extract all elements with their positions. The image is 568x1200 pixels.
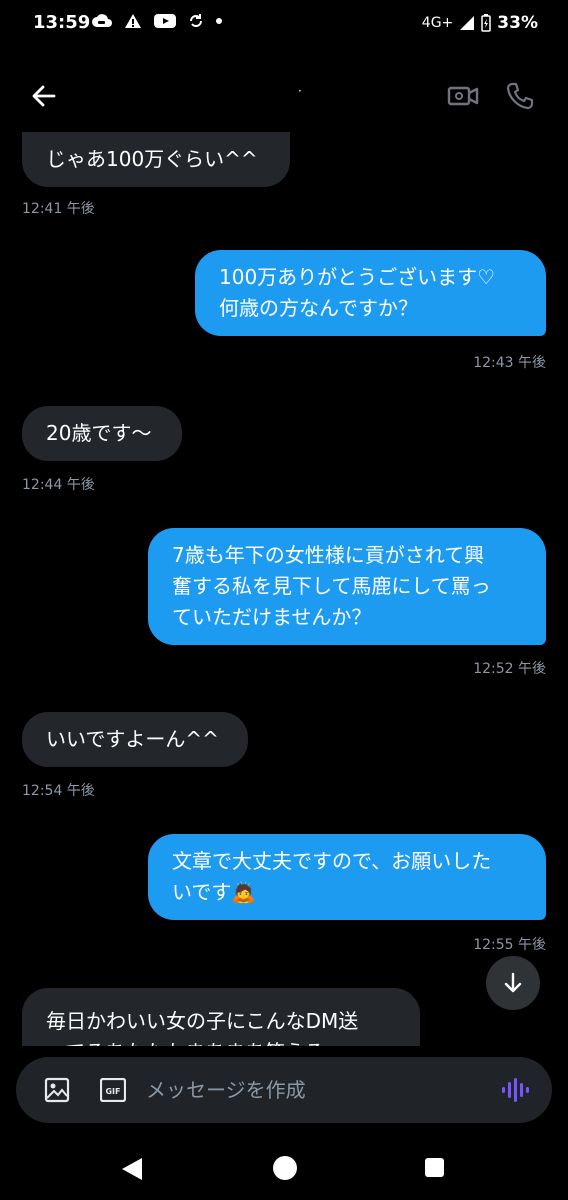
message-timestamp: 12:43 午後 [473,355,546,371]
scroll-to-bottom-button[interactable] [486,956,540,1010]
cloud-gamepad-icon [92,14,112,27]
notification-icons [92,13,222,29]
message-text: いです🙇 [172,880,257,904]
message-text: 奮する私を見下して馬鹿にして罵っ [172,574,491,598]
sync-icon [190,14,202,27]
phone-call-icon[interactable] [504,80,536,112]
image-attach-icon[interactable] [44,1077,70,1103]
back-arrow-icon[interactable] [28,80,60,112]
message-timestamp: 12:44 午後 [22,477,95,493]
nav-back-icon[interactable] [120,1156,144,1182]
youtube-icon [154,14,176,28]
message-timestamp: 12:52 午後 [473,661,546,677]
battery-percent: 33% [497,13,538,33]
message-text: 毎日かわいい女の子にこんなDM送 [46,1009,359,1033]
outgoing-message[interactable]: 100万ありがとうございます♡ 何歳の方なんですか？ [195,250,546,336]
network-type: 4G+ [421,15,454,31]
message-text: 100万ありがとうございます♡ [219,265,496,289]
voice-message-icon[interactable] [500,1075,530,1105]
message-text: いいですよーん^^ [46,727,219,751]
message-composer: GIF [16,1057,552,1123]
incoming-message[interactable]: 20歳です〜 [22,406,182,461]
message-text: 何歳の方なんですか？ [219,296,418,320]
conversation-title[interactable]: · [298,84,302,98]
message-input[interactable] [146,1057,486,1123]
message-timestamp: 12:55 午後 [473,937,546,953]
arrow-down-icon [504,972,522,993]
nav-home-icon[interactable] [273,1156,297,1180]
conversation-header: · [0,66,568,126]
message-timestamp: 12:54 午後 [22,783,95,799]
incoming-message[interactable]: 毎日かわいい女の子にこんなDM送 ってるあなたもまあまあ笑える [22,988,420,1046]
more-notifications-dot [216,18,222,24]
outgoing-message[interactable]: 7歳も年下の女性様に貢がされて興 奮する私を見下して馬鹿にして罵っ ていただけま… [148,528,546,645]
gif-label: GIF [105,1087,120,1096]
battery-icon [481,14,492,32]
incoming-message[interactable]: じゃあ100万ぐらい^^ [22,132,290,187]
gif-icon[interactable]: GIF [100,1078,126,1102]
signal-icon [460,16,475,30]
message-text: 7歳も年下の女性様に貢がされて興 [172,543,485,567]
nav-recents-icon[interactable] [425,1158,444,1177]
message-text: ってるあなたもまあまあ笑える [46,1037,396,1046]
system-indicators: 4G+ 33% [422,13,538,33]
incoming-message[interactable]: いいですよーん^^ [22,712,248,767]
status-bar: 13:59 4G+ 33% [0,0,568,46]
video-call-icon[interactable] [446,80,480,112]
message-text: 20歳です〜 [46,421,152,445]
system-nav-bar [0,1140,568,1200]
message-list[interactable]: じゃあ100万ぐらい^^ 12:41 午後 100万ありがとうございます♡ 何歳… [0,132,568,1046]
message-text: 文章で大丈夫ですので、お願いした [172,849,492,873]
message-timestamp: 12:41 午後 [22,201,95,217]
message-text: ていただけませんか？ [172,605,372,629]
warning-icon [125,14,141,28]
outgoing-message[interactable]: 文章で大丈夫ですので、お願いした いです🙇 [148,834,546,920]
status-time: 13:59 [33,12,91,33]
message-text: じゃあ100万ぐらい^^ [46,147,258,171]
